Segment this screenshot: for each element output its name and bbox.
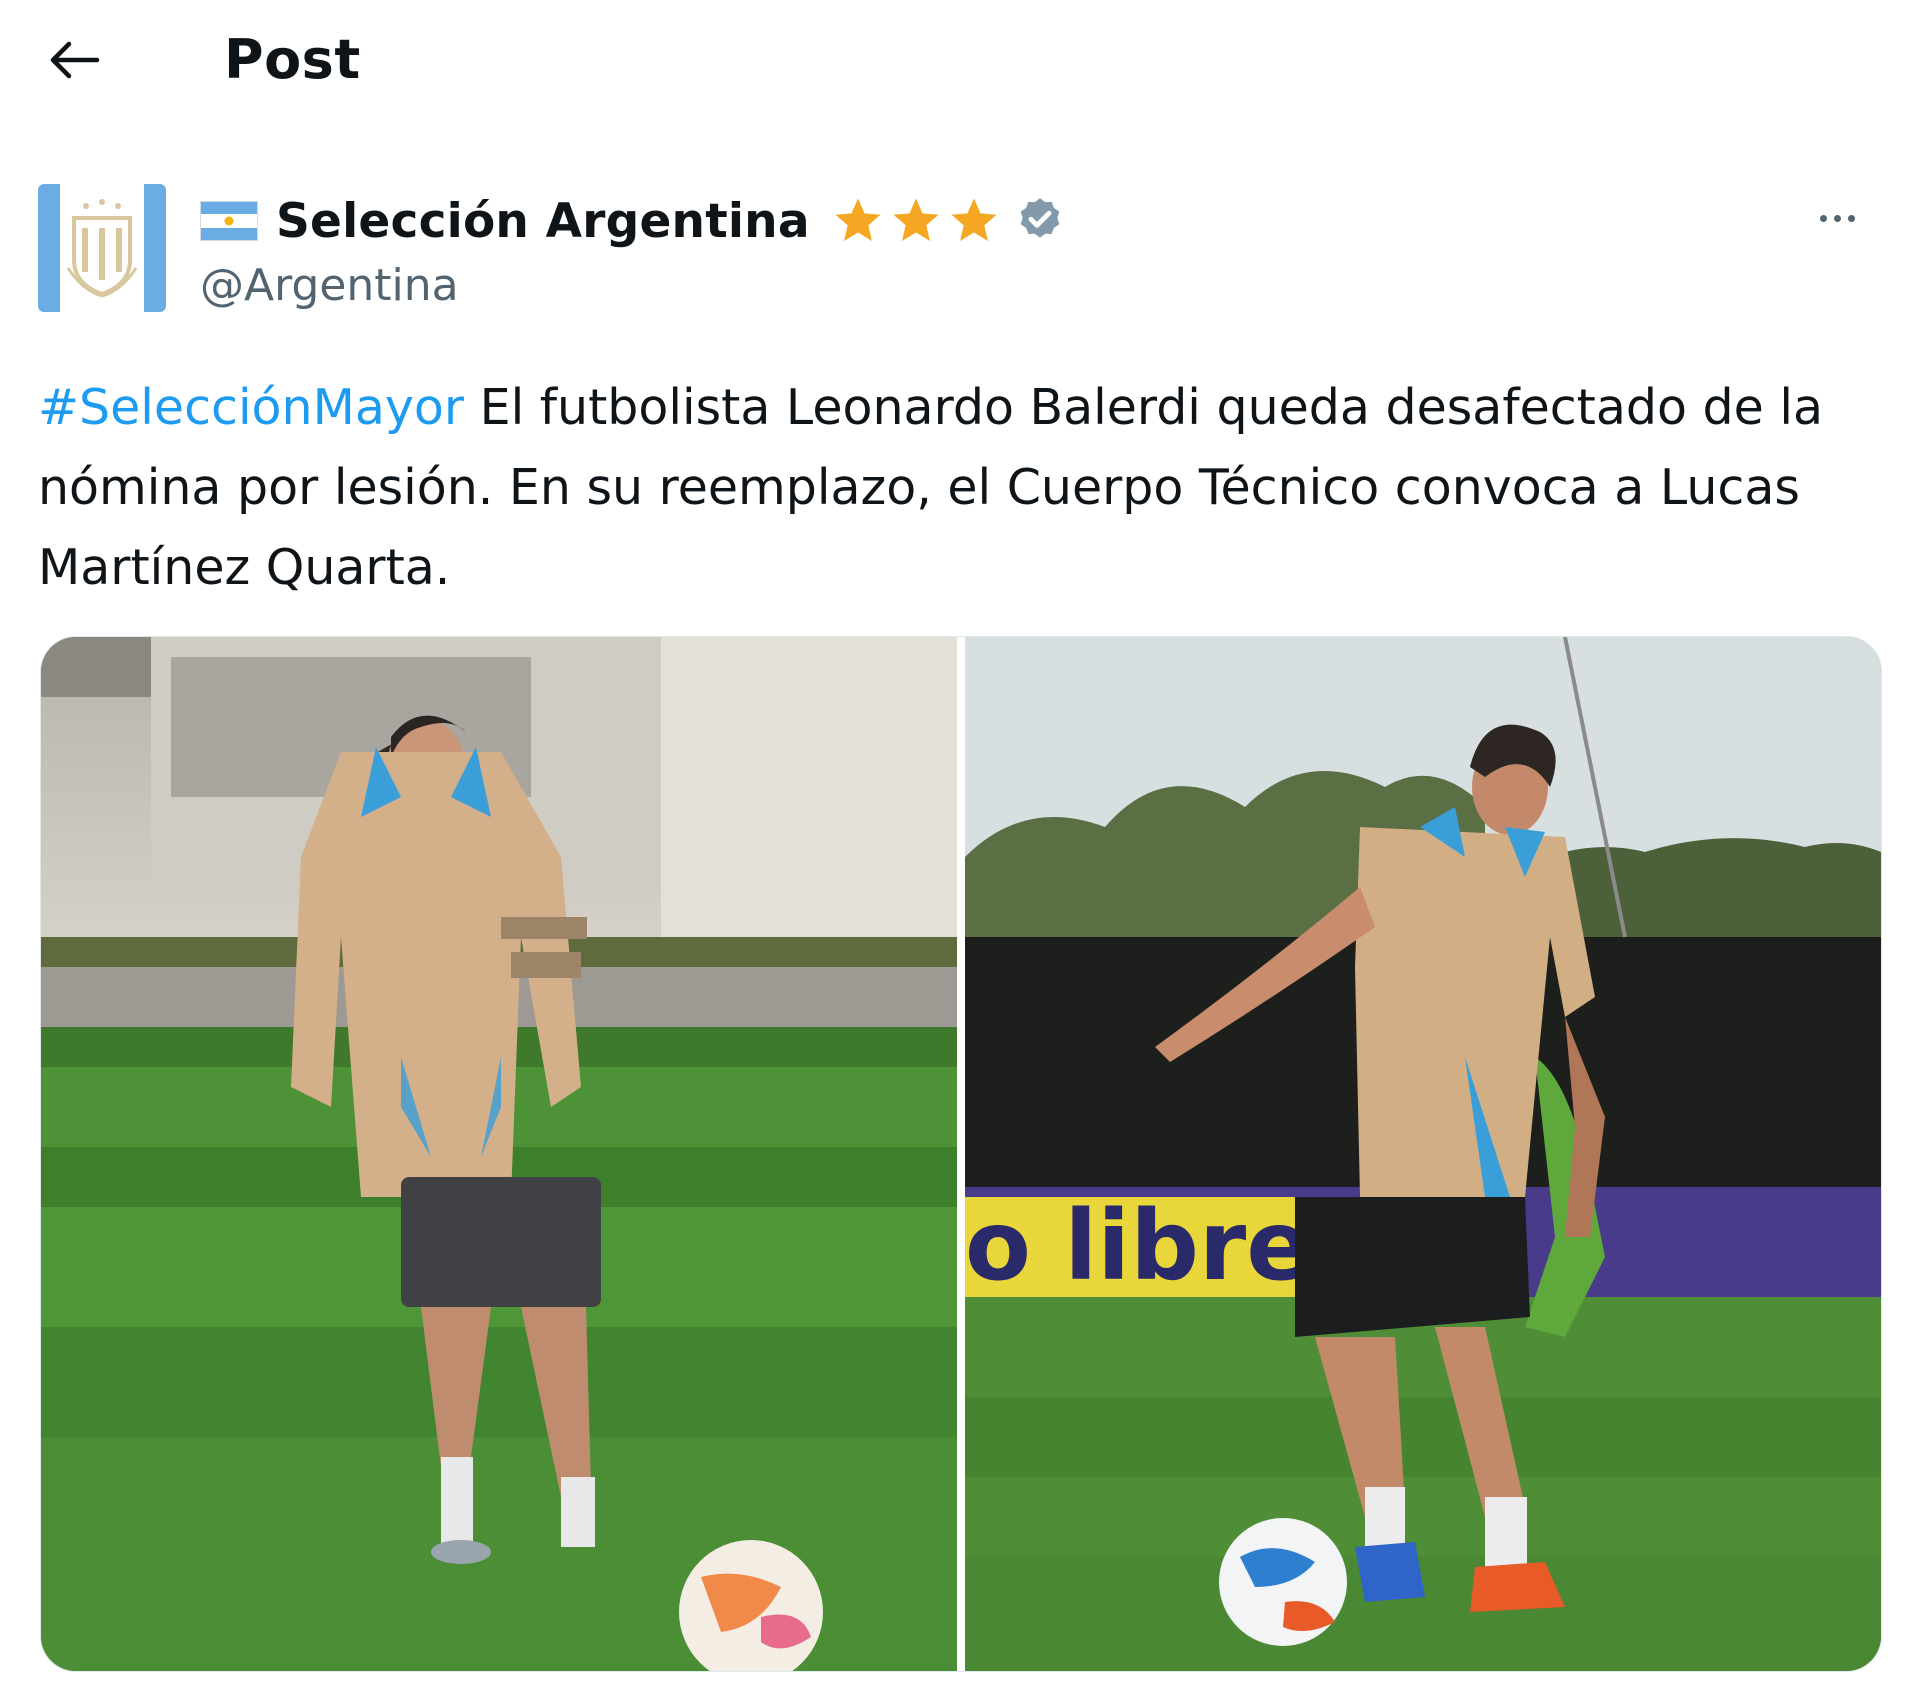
- verified-badge-icon[interactable]: [1014, 195, 1066, 247]
- more-dot: [1847, 214, 1855, 222]
- author-display-name[interactable]: Selección Argentina: [276, 194, 810, 249]
- rating-stars: [830, 194, 1002, 248]
- banner-text: o libre: [965, 1190, 1311, 1302]
- star-icon: [893, 198, 939, 242]
- star-icon: [835, 198, 881, 242]
- tweet-header: Selección Argentina @Argentina: [38, 180, 1882, 320]
- author-name-row: Selección Argentina: [200, 190, 1066, 252]
- tweet-text: #SelecciónMayor El futbolista Leonardo B…: [38, 368, 1868, 608]
- more-dot: [1833, 214, 1841, 222]
- star-icon: [951, 198, 997, 242]
- photo-right[interactable]: o libre: [965, 637, 1881, 1671]
- back-button[interactable]: [40, 30, 110, 90]
- player-photo-left: [41, 637, 957, 1671]
- afa-crest-avatar: [38, 184, 166, 312]
- more-options-button[interactable]: [1802, 198, 1872, 238]
- player-photo-right: o libre: [965, 637, 1881, 1671]
- top-bar: Post: [0, 0, 1920, 120]
- author-handle[interactable]: @Argentina: [200, 260, 459, 311]
- media-grid: o libre: [40, 636, 1882, 1672]
- more-horizontal-icon: [1819, 214, 1827, 222]
- avatar[interactable]: [38, 184, 166, 312]
- hashtag-link[interactable]: #SelecciónMayor: [38, 379, 464, 436]
- arrow-left-icon: [50, 41, 100, 79]
- page-title: Post: [224, 28, 361, 91]
- photo-left[interactable]: [41, 637, 957, 1671]
- argentina-flag-icon: [200, 201, 258, 241]
